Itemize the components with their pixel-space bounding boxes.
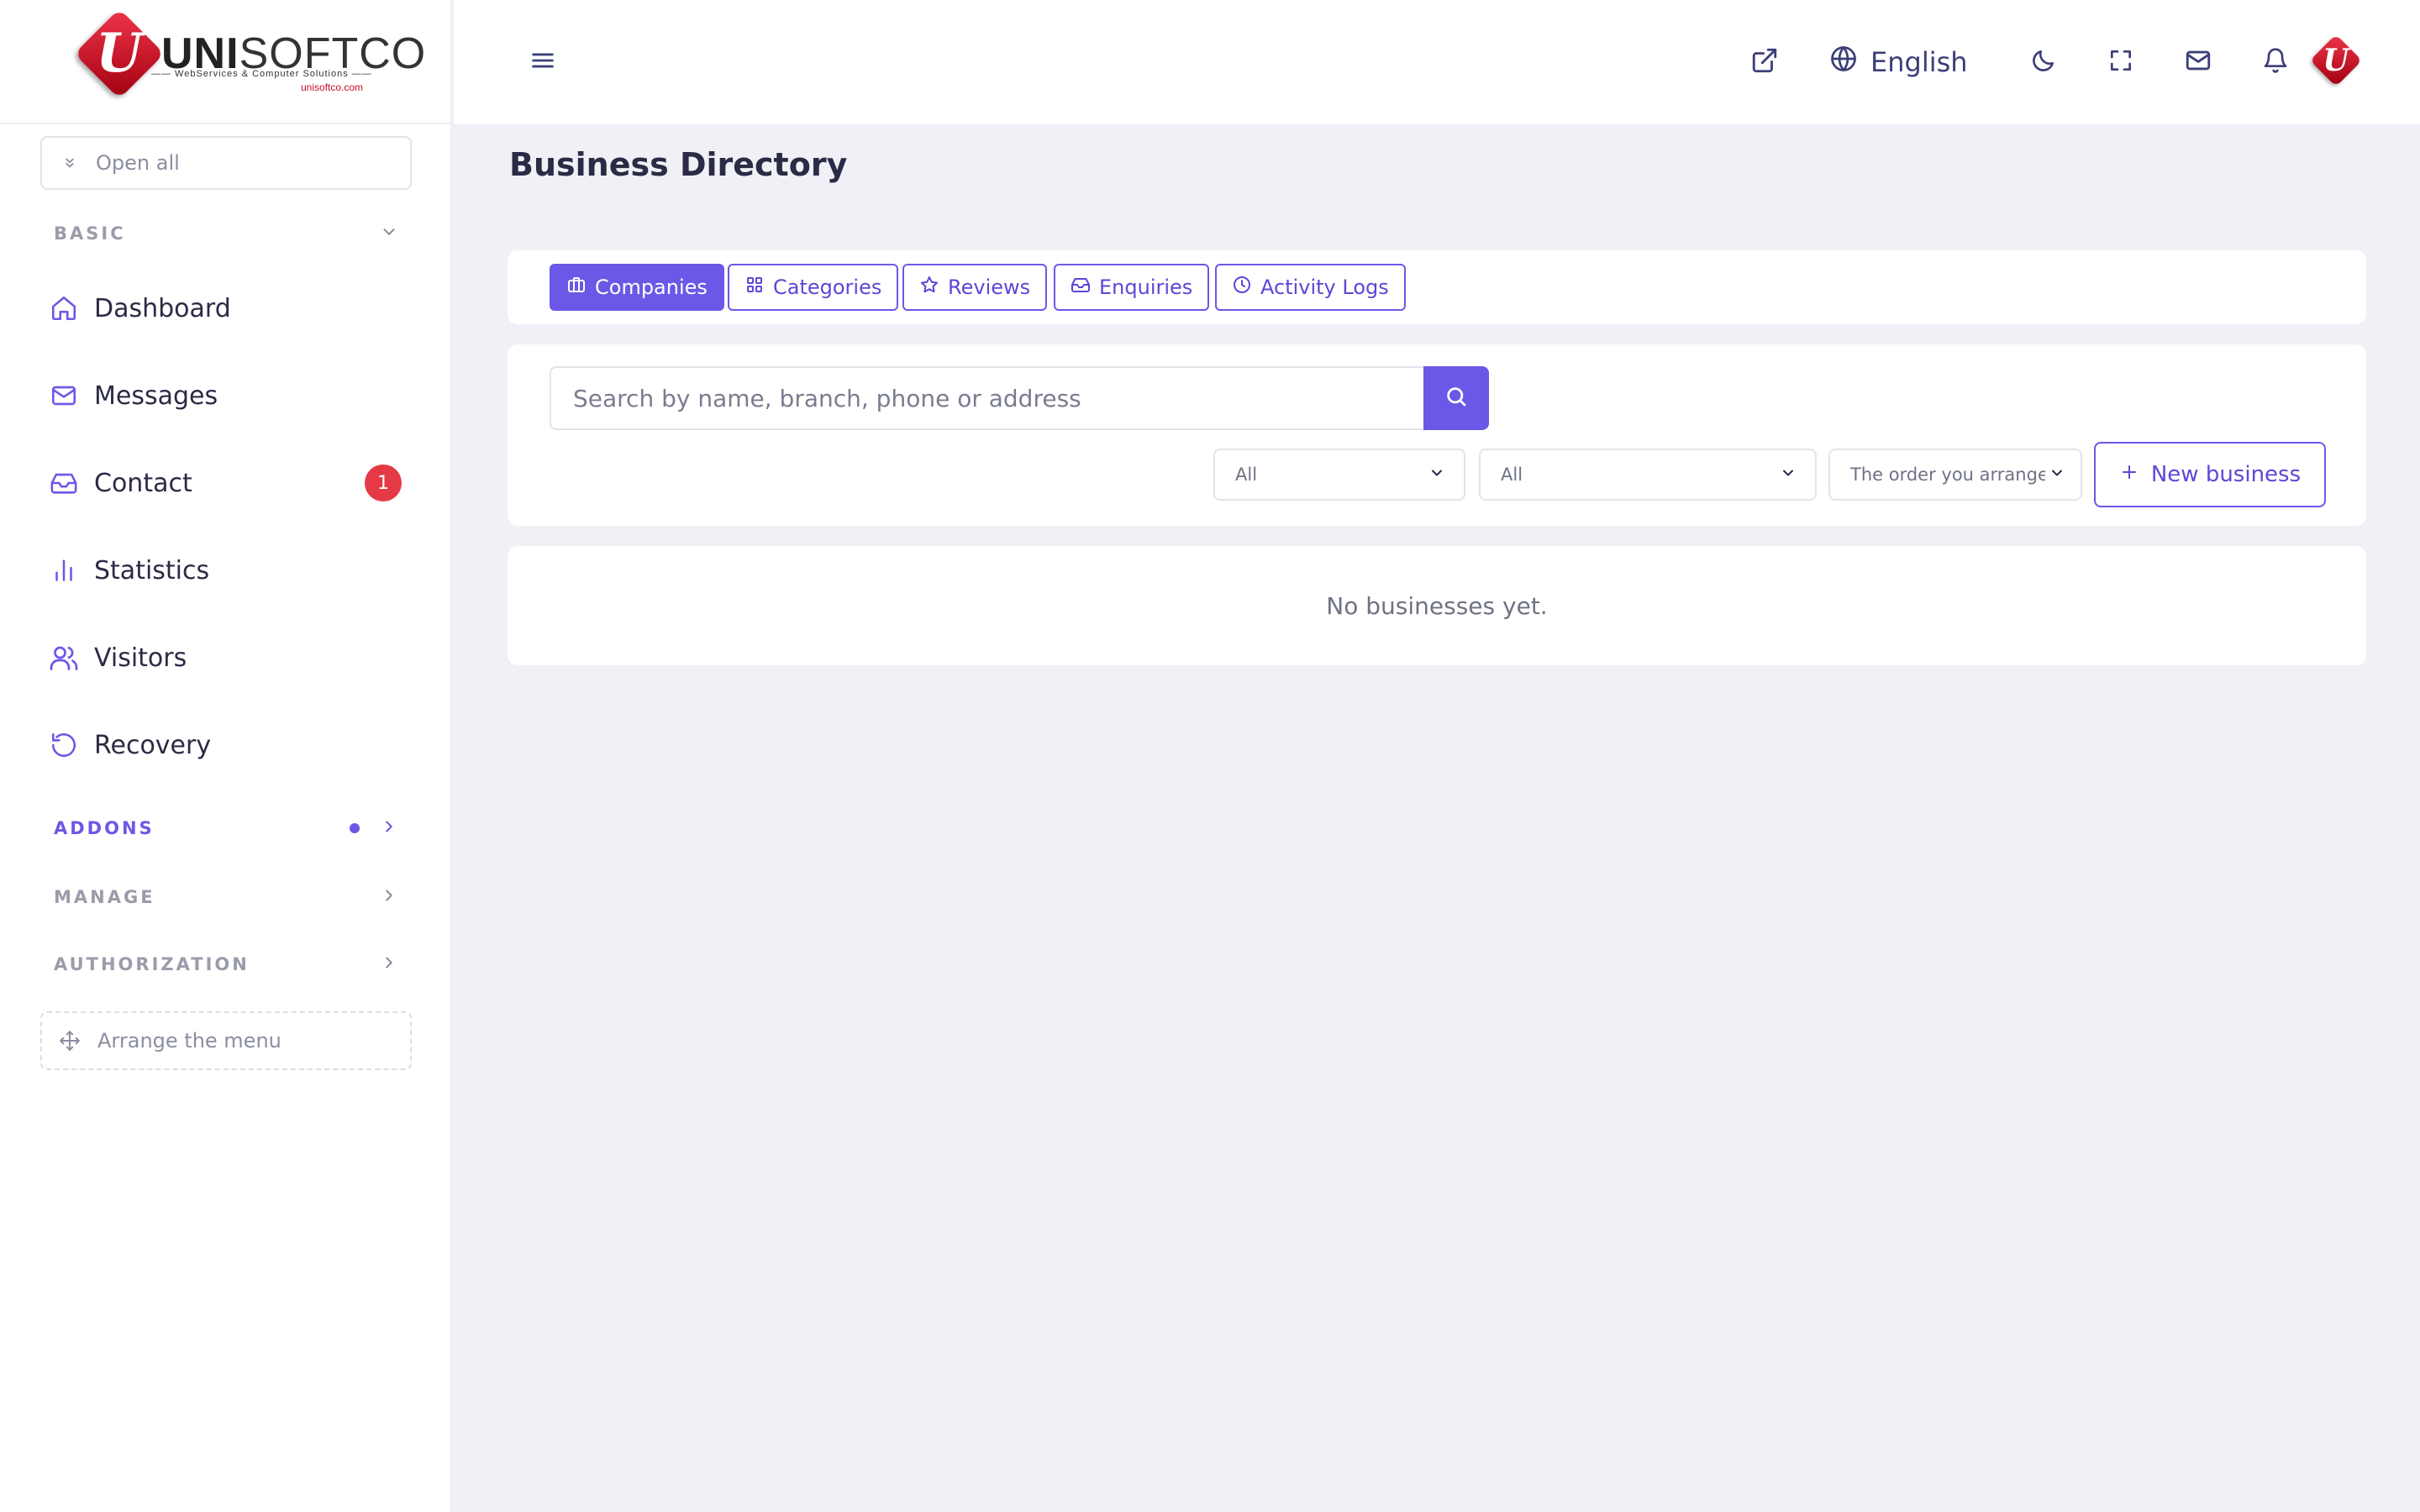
tab-activity-logs[interactable]: Activity Logs [1215,264,1406,311]
clock-icon [1232,275,1252,300]
contact-count-badge: 1 [365,465,402,501]
new-business-button[interactable]: New business [2094,442,2326,507]
plus-icon [2119,462,2139,488]
new-business-label: New business [2150,462,2302,487]
bar-chart-icon [47,554,81,587]
section-manage-label: MANAGE [54,887,155,907]
chevron-right-icon [380,886,398,909]
sidebar-item-label: Contact [94,468,192,498]
sidebar-item-label: Dashboard [94,293,231,323]
language-selector[interactable]: English [1828,40,1968,84]
sidebar-item-recovery[interactable]: Recovery [47,716,408,774]
notifications-button[interactable] [2257,44,2294,81]
tab-companies[interactable]: Companies [550,264,724,311]
sidebar-item-label: Recovery [94,730,212,760]
results-card: No businesses yet. [508,546,2366,665]
external-link-icon [1750,46,1779,78]
chevron-down-icon [2049,465,2065,486]
page-title: Business Directory [509,146,848,183]
chevrons-down-icon [62,155,82,171]
move-icon [59,1030,86,1052]
section-authorization-label: AUTHORIZATION [54,954,250,974]
mail-icon [2184,46,2212,78]
search-button[interactable] [1423,366,1489,430]
filter-select-2[interactable]: All [1479,449,1817,501]
open-all-button[interactable]: Open all [40,136,412,190]
section-basic-label: BASIC [54,223,126,244]
filter-select-2-value: All [1501,465,1523,485]
grid-icon [744,275,765,300]
inbox-icon [47,466,81,500]
logo-url: unisoftco.com [301,81,364,93]
chevron-right-icon [380,953,398,976]
logo-tagline: —— WebServices & Computer Solutions —— [151,69,372,79]
fullscreen-icon [2107,47,2134,77]
search-icon [1444,384,1469,412]
section-addons[interactable]: ADDONS [54,811,398,845]
sidebar-item-label: Statistics [94,555,210,585]
section-authorization[interactable]: AUTHORIZATION [54,948,398,981]
chevron-down-icon [380,223,398,245]
sidebar-item-label: Visitors [94,643,187,673]
tab-categories[interactable]: Categories [728,264,899,311]
briefcase-icon [566,275,587,300]
sidebar: U UNISOFTCO —— WebServices & Computer So… [0,0,452,1512]
search-input[interactable] [550,366,1423,430]
tab-enquiries[interactable]: Enquiries [1054,264,1210,311]
open-all-label: Open all [96,151,180,175]
fullscreen-button[interactable] [2102,44,2139,81]
search-card: All All The order you arrangec New busin… [508,344,2366,526]
bell-icon [2262,47,2289,77]
tab-label: Categories [773,276,882,299]
open-site-button[interactable] [1746,44,1783,81]
filter-select-1[interactable]: All [1213,449,1465,501]
home-icon [47,291,81,325]
sort-select[interactable]: The order you arrangec [1828,449,2082,501]
empty-state-message: No businesses yet. [1326,591,1548,620]
chevron-down-icon [1428,465,1445,486]
top-bar: English U [454,0,2420,124]
brand-logo[interactable]: U UNISOFTCO —— WebServices & Computer So… [0,0,450,124]
menu-toggle-button[interactable] [526,45,560,79]
moon-icon [2030,47,2057,77]
tab-label: Reviews [948,276,1031,299]
logo-badge-letter: U [96,22,143,85]
sidebar-item-statistics[interactable]: Statistics [47,541,408,600]
avatar[interactable]: U [2309,34,2363,87]
tab-reviews[interactable]: Reviews [902,264,1048,311]
chevron-down-icon [1780,465,1797,486]
section-addons-label: ADDONS [54,818,155,838]
arrange-menu-label: Arrange the menu [97,1029,281,1053]
users-icon [47,641,81,675]
hamburger-icon [529,46,557,78]
sidebar-item-contact[interactable]: Contact 1 [47,454,408,512]
tabs-card: Companies Categories Reviews Enquiries A… [508,250,2366,324]
section-basic[interactable]: BASIC [54,217,398,250]
theme-toggle-button[interactable] [2025,44,2062,81]
inbox-icon [1071,275,1091,300]
active-dot-icon [350,823,360,833]
arrange-menu-button[interactable]: Arrange the menu [40,1011,412,1070]
sort-select-value: The order you arrangec [1850,465,2045,485]
chevron-right-icon [380,817,398,840]
globe-icon [1828,44,1859,81]
filter-select-1-value: All [1235,465,1258,485]
sidebar-item-messages[interactable]: Messages [47,366,408,425]
tab-label: Companies [595,276,708,299]
mail-icon [47,379,81,412]
messages-button[interactable] [2180,44,2217,81]
section-manage[interactable]: MANAGE [54,880,398,914]
star-icon [919,275,939,300]
sidebar-item-dashboard[interactable]: Dashboard [47,279,408,338]
tab-label: Activity Logs [1260,276,1389,299]
sidebar-item-label: Messages [94,381,218,411]
sidebar-item-visitors[interactable]: Visitors [47,628,408,687]
history-icon [47,728,81,762]
tab-label: Enquiries [1099,276,1193,299]
avatar-letter: U [2323,43,2349,78]
language-label: English [1870,46,1968,78]
